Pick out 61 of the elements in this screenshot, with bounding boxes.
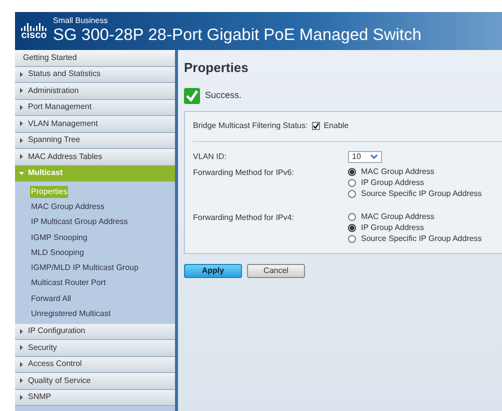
nav-subitem[interactable]: Forward All bbox=[30, 292, 72, 305]
caret-right-icon bbox=[19, 88, 24, 94]
radio-label: MAC Group Address bbox=[361, 166, 434, 178]
checkbox[interactable] bbox=[312, 122, 320, 130]
logo-wordmark: cisco bbox=[21, 30, 47, 40]
radio-label: IP Group Address bbox=[361, 222, 424, 234]
nav-subitem[interactable]: Unregistered Multicast bbox=[30, 308, 112, 320]
radio-button[interactable] bbox=[348, 213, 356, 221]
radio-label: Source Specific IP Group Address bbox=[361, 233, 482, 245]
nav-item[interactable]: Getting Started bbox=[15, 50, 175, 66]
page-title: Properties bbox=[184, 59, 250, 77]
checkbox-label: Enable bbox=[324, 120, 349, 132]
radio-button[interactable] bbox=[348, 235, 356, 243]
nav-item[interactable]: Quality of Service bbox=[15, 373, 175, 390]
cancel-button[interactable]: Cancel bbox=[247, 264, 305, 278]
device-title: SG 300-28P 28-Port Gigabit PoE Managed Switch bbox=[53, 24, 422, 46]
nav-item[interactable]: Access Control bbox=[15, 356, 175, 374]
caret-right-icon bbox=[19, 104, 24, 110]
apply-button[interactable]: Apply bbox=[184, 264, 242, 278]
field-label: Forwarding Method for IPv6: bbox=[193, 166, 295, 179]
nav-subitem[interactable]: Multicast Router Port bbox=[30, 277, 107, 290]
caret-right-icon bbox=[19, 138, 24, 143]
nav-item[interactable]: Port Management bbox=[15, 100, 175, 116]
radio-label: IP Group Address bbox=[361, 177, 424, 189]
logo-bars-icon bbox=[21, 22, 47, 30]
nav-item[interactable]: Security bbox=[15, 340, 175, 357]
nav-item[interactable]: Status and Statistics bbox=[15, 66, 175, 83]
nav-item[interactable]: Administration bbox=[15, 83, 175, 100]
caret-right-icon bbox=[19, 72, 24, 77]
vlan-dropdown[interactable]: 10 bbox=[348, 150, 382, 162]
nav-subitem[interactable]: IP Multicast Group Address bbox=[30, 216, 129, 228]
nav-item[interactable]: VLAN Management bbox=[15, 116, 175, 132]
caret-down-icon bbox=[19, 170, 24, 176]
caret-right-icon bbox=[19, 154, 24, 160]
caret-right-icon bbox=[19, 121, 24, 126]
caret-right-icon bbox=[19, 362, 24, 367]
nav-item[interactable]: IP Configuration bbox=[15, 324, 175, 340]
caret-right-icon bbox=[19, 345, 24, 350]
radio-button[interactable] bbox=[348, 168, 356, 176]
radio-button[interactable] bbox=[348, 179, 356, 187]
nav-subitem[interactable]: IGMP Snooping bbox=[30, 232, 88, 244]
radio-label: Source Specific IP Group Address bbox=[361, 188, 482, 200]
check-icon bbox=[184, 88, 200, 104]
caret-right-icon bbox=[19, 394, 24, 400]
nav-item[interactable]: Spanning Tree bbox=[15, 132, 175, 149]
status-message: Success. bbox=[205, 88, 242, 102]
field-label: Forwarding Method for IPv4: bbox=[193, 212, 295, 224]
field-label: VLAN ID: bbox=[193, 150, 228, 162]
caret-right-icon bbox=[19, 378, 24, 384]
nav-subitem[interactable]: MAC Group Address bbox=[30, 200, 106, 213]
nav-subitem[interactable]: IGMP/MLD IP Multicast Group bbox=[30, 262, 140, 274]
radio-button[interactable] bbox=[348, 190, 356, 198]
brand-subtitle: Small Business bbox=[53, 16, 109, 25]
nav-subitem[interactable]: MLD Snooping bbox=[30, 246, 85, 259]
caret-right-icon bbox=[19, 328, 24, 334]
radio-button[interactable] bbox=[348, 224, 356, 232]
nav-item[interactable]: MAC Address Tables bbox=[15, 149, 175, 166]
nav-item[interactable]: SNMP bbox=[15, 390, 175, 406]
chevron-down-icon bbox=[370, 154, 378, 160]
field-label: Bridge Multicast Filtering Status: bbox=[193, 120, 308, 132]
radio-label: MAC Group Address bbox=[361, 211, 434, 223]
